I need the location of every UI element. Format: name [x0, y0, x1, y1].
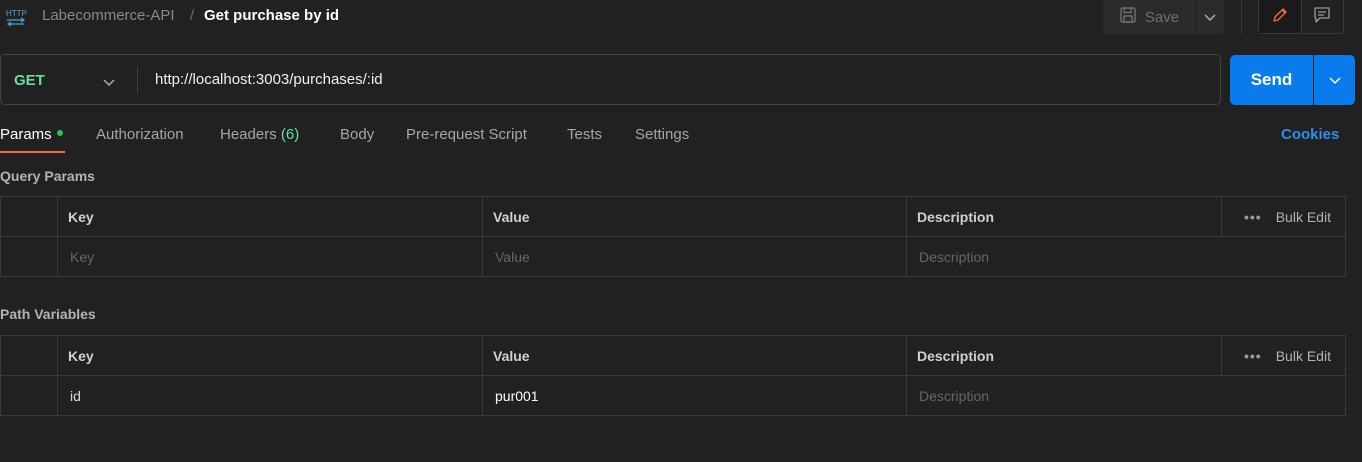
- bulk-edit-cell: ••• Bulk Edit: [1221, 335, 1346, 376]
- send-button[interactable]: Send: [1230, 55, 1313, 105]
- request-title[interactable]: Get purchase by id: [204, 7, 339, 24]
- tab-params[interactable]: Params: [0, 126, 63, 143]
- table-row: id pur001 Description: [0, 375, 1346, 416]
- description-column-header: Description: [906, 196, 1222, 237]
- description-input[interactable]: Description: [906, 236, 1346, 277]
- query-params-table: Key Value Description ••• Bulk Edit Key …: [0, 196, 1346, 277]
- params-indicator-dot: [56, 130, 63, 137]
- tab-pre-request-script[interactable]: Pre-request Script: [406, 126, 527, 143]
- chevron-down-icon: [1328, 72, 1341, 88]
- active-tab-indicator: [0, 151, 65, 153]
- key-column-header: Key: [57, 335, 483, 376]
- tab-authorization[interactable]: Authorization: [96, 126, 184, 143]
- table-header-row: Key Value Description ••• Bulk Edit: [0, 335, 1346, 376]
- description-column-header: Description: [906, 335, 1222, 376]
- value-input[interactable]: Value: [482, 236, 907, 277]
- floppy-disk-icon: [1119, 6, 1137, 28]
- tab-label: Headers: [220, 126, 277, 143]
- more-options-icon[interactable]: •••: [1244, 348, 1262, 364]
- edit-button[interactable]: [1259, 0, 1302, 33]
- cookies-link[interactable]: Cookies: [1281, 126, 1339, 143]
- bulk-edit-button[interactable]: Bulk Edit: [1276, 348, 1331, 364]
- description-input[interactable]: Description: [906, 375, 1346, 416]
- side-panel-toggle-group: [1258, 0, 1344, 34]
- tab-settings[interactable]: Settings: [635, 126, 689, 143]
- toolbar-divider: [1241, 0, 1242, 34]
- value-column-header: Value: [482, 335, 907, 376]
- row-checkbox-cell: [0, 375, 58, 416]
- key-cell: id: [57, 375, 483, 416]
- bulk-edit-button[interactable]: Bulk Edit: [1276, 209, 1331, 225]
- query-params-title: Query Params: [0, 168, 95, 184]
- save-options-button[interactable]: [1196, 0, 1224, 34]
- key-input[interactable]: Key: [57, 236, 483, 277]
- row-checkbox-cell: [0, 236, 58, 277]
- comment-icon: [1313, 6, 1331, 27]
- method-selector[interactable]: GET: [14, 72, 45, 89]
- tab-tests[interactable]: Tests: [567, 126, 602, 143]
- path-variables-title: Path Variables: [0, 306, 96, 322]
- url-divider: [137, 66, 138, 94]
- value-input[interactable]: pur001: [482, 375, 907, 416]
- save-button[interactable]: Save: [1103, 0, 1195, 34]
- bulk-edit-cell: ••• Bulk Edit: [1221, 196, 1346, 237]
- tab-body[interactable]: Body: [340, 126, 374, 143]
- chevron-down-icon[interactable]: [103, 74, 115, 90]
- table-header-row: Key Value Description ••• Bulk Edit: [0, 196, 1346, 237]
- path-variables-table: Key Value Description ••• Bulk Edit id p…: [0, 335, 1346, 416]
- tab-label: Params: [0, 126, 52, 143]
- save-label: Save: [1144, 8, 1180, 26]
- value-column-header: Value: [482, 196, 907, 237]
- chevron-down-icon: [1204, 9, 1216, 25]
- http-icon: HTTP: [5, 6, 27, 27]
- svg-text:HTTP: HTTP: [6, 9, 27, 18]
- breadcrumb-collection[interactable]: Labecommerce-API: [42, 7, 175, 24]
- key-column-header: Key: [57, 196, 483, 237]
- comments-button[interactable]: [1302, 0, 1344, 33]
- checkbox-column-header: [0, 335, 58, 376]
- headers-count: (6): [280, 126, 300, 143]
- table-row: Key Value Description: [0, 236, 1346, 277]
- url-input[interactable]: http://localhost:3003/purchases/:id: [155, 71, 383, 88]
- send-options-button[interactable]: [1314, 55, 1355, 105]
- pencil-icon: [1271, 6, 1289, 27]
- breadcrumb-separator: /: [190, 7, 195, 24]
- tab-headers[interactable]: Headers (6): [220, 126, 299, 143]
- checkbox-column-header: [0, 196, 58, 237]
- more-options-icon[interactable]: •••: [1244, 209, 1262, 225]
